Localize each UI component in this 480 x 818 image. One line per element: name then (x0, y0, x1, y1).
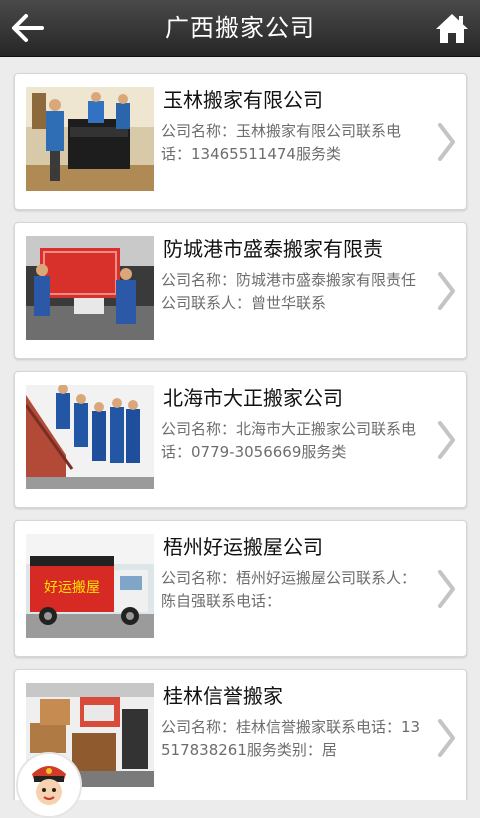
company-name: 梧州好运搬屋公司 (163, 535, 323, 559)
company-desc: 公司名称：北海市大正搬家公司联系电话：0779-3056669服务类 (161, 420, 417, 461)
mascot-icon (18, 754, 80, 816)
company-photo: 好运搬屋 (26, 534, 154, 638)
company-name: 防城港市盛泰搬家有限责 (163, 237, 383, 261)
list-item-company[interactable]: 桂林信誉搬家 公司名称：桂林信誉搬家联系电话：13517838261服务类别：居 (14, 669, 467, 800)
list-item-company[interactable]: 防城港市盛泰搬家有限责 公司名称：防城港市盛泰搬家有限责任公司联系人：曾世华联系 (14, 222, 467, 359)
list-item-company[interactable]: 北海市大正搬家公司 公司名称：北海市大正搬家公司联系电话：0779-305666… (14, 371, 467, 508)
company-desc: 公司名称：桂林信誉搬家联系电话：13517838261服务类别：居 (161, 718, 421, 759)
home-icon (436, 14, 468, 43)
page-title: 广西搬家公司 (165, 14, 315, 42)
back-button[interactable] (8, 10, 48, 46)
list-item-company[interactable]: 好运搬屋 梧州好运搬屋公司 公司名称：梧州好运搬屋公司联系人：陈自强联系电话： (14, 520, 467, 657)
chevron-right-icon (438, 123, 455, 161)
company-name: 桂林信誉搬家 (163, 684, 283, 708)
home-button[interactable] (434, 10, 470, 46)
list-item-company[interactable]: 玉林搬家有限公司 公司名称：玉林搬家有限公司联系电话：13465511474服务… (14, 73, 467, 210)
company-desc: 公司名称：玉林搬家有限公司联系电话：13465511474服务类 (161, 122, 402, 163)
chevron-right-icon (438, 421, 455, 459)
mascot-avatar-button[interactable] (16, 752, 82, 818)
chevron-right-icon (438, 272, 455, 310)
company-photo (26, 385, 154, 489)
back-arrow-icon (12, 14, 44, 42)
chevron-right-icon (438, 570, 455, 608)
company-list[interactable]: 玉林搬家有限公司 公司名称：玉林搬家有限公司联系电话：13465511474服务… (0, 56, 480, 800)
chevron-right-icon (438, 719, 455, 757)
truck-sign-text: 好运搬屋 (44, 580, 100, 596)
company-name: 北海市大正搬家公司 (163, 386, 343, 410)
company-photo (26, 236, 154, 340)
company-desc: 公司名称：防城港市盛泰搬家有限责任公司联系人：曾世华联系 (161, 271, 417, 312)
company-photo (26, 87, 154, 191)
company-name: 玉林搬家有限公司 (163, 88, 323, 112)
header-bar: 广西搬家公司 (0, 0, 480, 57)
company-desc: 公司名称：梧州好运搬屋公司联系人：陈自强联系电话： (161, 569, 417, 610)
